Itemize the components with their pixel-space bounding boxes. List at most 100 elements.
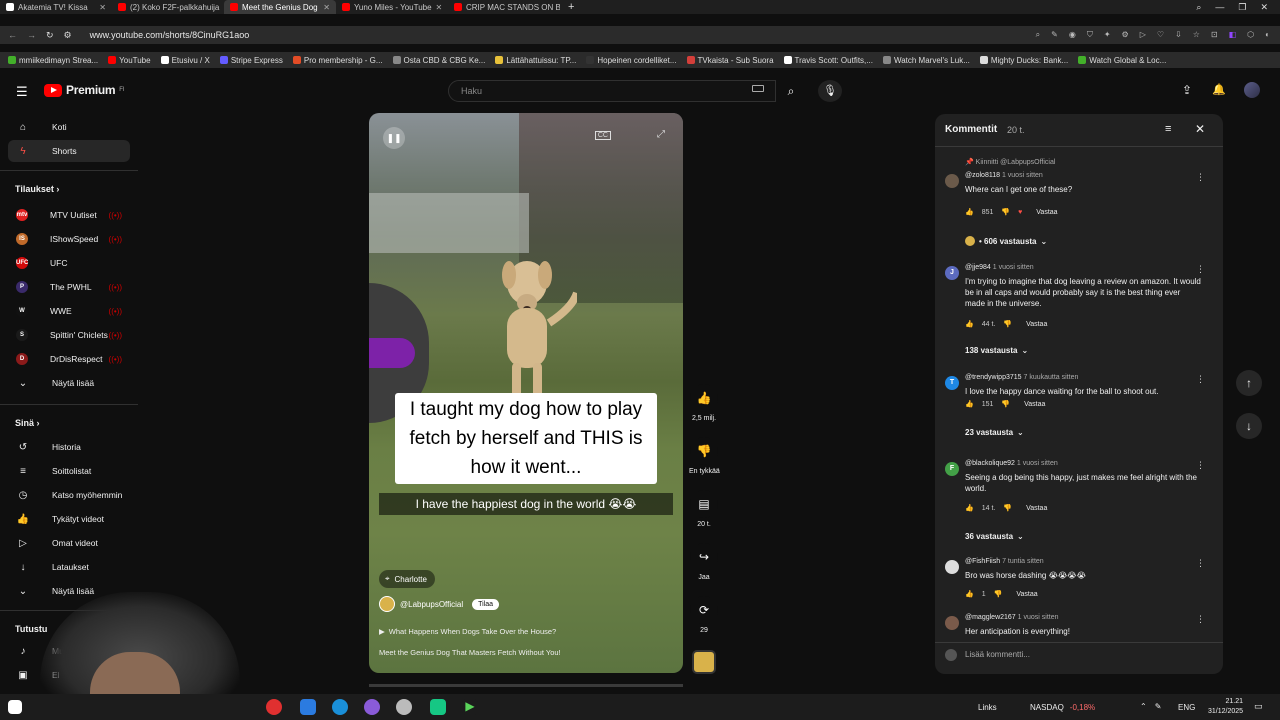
music-line[interactable]: ▶ What Happens When Dogs Take Over the Ho… [379, 627, 556, 636]
share-button[interactable]: ↪ Jaa [689, 543, 719, 581]
replies-toggle[interactable]: 36 vastausta ⌄ [965, 532, 1024, 541]
bookmark-icon[interactable]: ☆ [1193, 30, 1200, 40]
play-icon[interactable]: ▷ [1140, 30, 1146, 40]
edge-icon[interactable] [332, 699, 348, 715]
pause-icon[interactable]: ❚❚ [383, 127, 405, 149]
dislike-button[interactable]: 👎 En tykkää [689, 437, 720, 475]
sort-icon[interactable]: ≡ [1165, 123, 1171, 135]
more-options-icon[interactable]: ⋮ [1196, 172, 1205, 183]
menu-icon[interactable]: ☰ [16, 84, 28, 100]
new-tab-button[interactable]: + [560, 1, 582, 13]
avatar[interactable]: J [945, 266, 959, 280]
browser-tab[interactable]: Akatemia TV! Kissa ✕ [0, 0, 112, 14]
notification-icon[interactable]: ▭ [1254, 701, 1263, 712]
bookmark-item[interactable]: Etusivu / X [160, 56, 210, 65]
comment-user[interactable]: @blackolique92 [965, 460, 1015, 467]
bookmark-item[interactable]: Lättähattuissu: TP... [495, 56, 576, 65]
more-options-icon[interactable]: ⋮ [1196, 558, 1205, 569]
remix-button[interactable]: ⟳ 29 [689, 596, 719, 634]
section-title-subscriptions[interactable]: Tilaukset › [15, 184, 59, 194]
search-input[interactable]: Haku [448, 80, 776, 102]
bookmark-item[interactable]: Watch Marvel's Luk... [882, 56, 970, 65]
comment-user[interactable]: @jje984 [965, 264, 991, 271]
back-icon[interactable]: ← [8, 30, 17, 40]
comment-user[interactable]: @zolo8118 [965, 172, 1000, 179]
twitch-icon[interactable]: ◧ [1229, 30, 1237, 40]
sidebar-item-subscription[interactable]: S Spittin' Chiclets ((•)) [8, 324, 130, 346]
language-indicator[interactable]: ENG [1178, 703, 1195, 712]
clock[interactable]: 21.21 31/12/2025 [1208, 697, 1243, 717]
maximize-icon[interactable]: ❐ [1238, 2, 1246, 13]
sidebar-item-subscription[interactable]: W WWE ((•)) [8, 300, 130, 322]
media-app-icon[interactable]: ▶ [462, 699, 478, 715]
subscribe-button[interactable]: Tilaa [472, 598, 500, 610]
close-icon[interactable]: ✕ [99, 3, 106, 12]
section-title-you[interactable]: Sinä › [15, 418, 40, 428]
zoom-icon[interactable]: ⌕ [1036, 30, 1040, 40]
comment-user[interactable]: @FishFiish [965, 558, 1000, 565]
bookmark-item[interactable]: Osta CBD & CBG Ke... [392, 56, 485, 65]
previous-short-button[interactable]: ↑ [1236, 370, 1262, 396]
thumbs-down-icon[interactable]: 👎 [1001, 400, 1010, 408]
avatar[interactable] [945, 174, 959, 188]
discord-icon[interactable] [364, 699, 380, 715]
replies-toggle[interactable]: 138 vastausta ⌄ [965, 346, 1028, 355]
browser-tab-active[interactable]: Meet the Genius Dog ✕ [224, 0, 336, 14]
thumbs-up-icon[interactable]: 👍 [965, 504, 974, 512]
reply-button[interactable]: Vastaa [1024, 401, 1045, 408]
bookmark-item[interactable]: YouTube [108, 56, 151, 65]
gear-icon[interactable]: ⚙ [1122, 30, 1129, 40]
thumbs-down-icon[interactable]: 👎 [1003, 320, 1012, 328]
bookmark-item[interactable]: Watch Global & Loc... [1078, 56, 1166, 65]
search-button[interactable]: ⌕ [778, 80, 804, 102]
bookmark-item[interactable]: Stripe Express [219, 56, 283, 65]
extension-icon[interactable]: ⬡ [1247, 30, 1254, 40]
sound-thumbnail[interactable] [692, 650, 716, 674]
sidebar-item-shorts[interactable]: ϟ Shorts [8, 140, 130, 162]
sidebar-item-liked-videos[interactable]: 👍 Tykätyt videot [8, 508, 130, 530]
pen-icon[interactable]: ✎ [1155, 702, 1162, 711]
lock-icon[interactable]: ⊡ [1211, 30, 1218, 40]
thumbs-down-icon[interactable]: 👎 [1003, 504, 1012, 512]
close-window-icon[interactable]: ✕ [1260, 2, 1268, 13]
sidebar-item-show-more[interactable]: ⌄ Näytä lisää [8, 372, 130, 394]
sidebar-item-home[interactable]: ⌂ Koti [8, 116, 130, 138]
browser-tab[interactable]: CRIP MAC STANDS ON BU✕ [448, 0, 560, 14]
windows-start-icon[interactable] [8, 700, 22, 714]
search-tabs-icon[interactable]: ⌕ [1196, 2, 1201, 13]
fullscreen-icon[interactable]: ⤢ [657, 129, 665, 140]
replies-toggle[interactable]: • 606 vastausta ⌄ [965, 236, 1047, 246]
sidebar-item-downloads[interactable]: ↓ Lataukset [8, 556, 130, 578]
stock-ticker[interactable]: NASDAQ -0,18% [1030, 703, 1095, 712]
microphone-icon[interactable]: 🎙 [818, 80, 842, 102]
bookmark-item[interactable]: mmiikedimayn Strea... [8, 56, 98, 65]
avatar[interactable]: T [945, 376, 959, 390]
more-options-icon[interactable]: ⋮ [1196, 374, 1205, 385]
comment-user[interactable]: @trendywipp3715 [965, 374, 1022, 381]
sidebar-item-subscription[interactable]: UFC UFC [8, 252, 130, 274]
thumbs-down-icon[interactable]: 👎 [1001, 208, 1010, 216]
thumbs-up-icon[interactable]: 👍 [965, 400, 974, 408]
minimize-icon[interactable]: — [1215, 2, 1224, 13]
video-title[interactable]: Meet the Genius Dog That Masters Fetch W… [379, 648, 561, 657]
edit-icon[interactable]: ✎ [1051, 30, 1058, 40]
comment-user[interactable]: @magglew2167 [965, 614, 1016, 621]
sidebar-item-playlists[interactable]: ≡ Soittolistat [8, 460, 130, 482]
bookmark-item[interactable]: Pro membership - G... [292, 56, 383, 65]
thumbs-down-icon[interactable]: 👎 [994, 590, 1003, 598]
links-toolbar[interactable]: Links [978, 703, 997, 712]
sidebar-item-watch-later[interactable]: ◷ Katso myöhemmin [8, 484, 130, 506]
thumbs-up-icon[interactable]: 👍 [965, 590, 974, 598]
channel-name[interactable]: @LabpupsOfficial [400, 600, 463, 609]
app-icon[interactable] [300, 699, 316, 715]
comment-input[interactable]: Lisää kommentti... [965, 650, 1030, 659]
sidebar-item-subscription[interactable]: mtv MTV Uutiset ((•)) [8, 204, 130, 226]
bell-icon[interactable]: 🔔 [1212, 83, 1226, 96]
opera-icon[interactable] [266, 699, 282, 715]
shorts-video-player[interactable]: ❚❚ CC ⤢ I taught my dog how to play fetc… [369, 113, 683, 673]
avatar[interactable] [945, 616, 959, 630]
shield-icon[interactable]: ⛉ [1087, 30, 1093, 40]
settings-icon[interactable] [396, 699, 412, 715]
bookmark-item[interactable]: TVkaista - Sub Suora [686, 56, 774, 65]
avatar[interactable] [1244, 82, 1260, 98]
